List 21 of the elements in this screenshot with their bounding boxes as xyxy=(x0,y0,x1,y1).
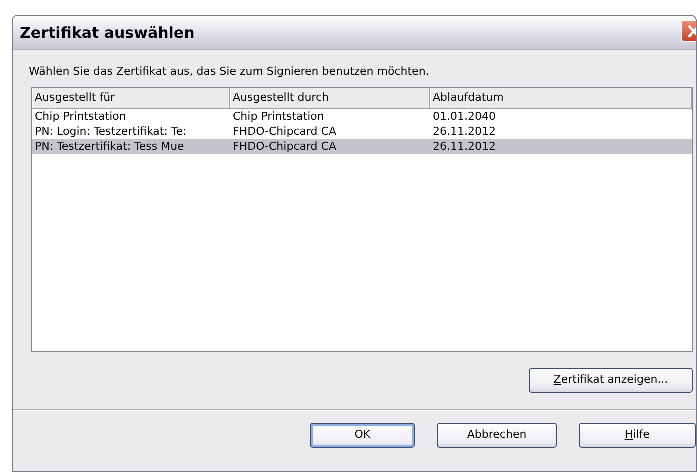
table-cell-text: 26.11.2012 xyxy=(432,138,497,154)
cancel-button[interactable]: Abbrechen xyxy=(437,422,557,448)
table-cell-text: FHDO-Chipcard CA xyxy=(232,138,338,154)
table-row[interactable]: PN: Login: Testzertifikat: Te: FHDO-Chipcard CA 26.11.2012 xyxy=(32,124,692,138)
table-cell-text: PN: Login: Testzertifikat: Te: xyxy=(34,124,188,138)
window-title: Zertifikat auswählen xyxy=(13,16,696,50)
table-cell-text: FHDO-Chipcard CA xyxy=(232,124,338,138)
table-cell-text: Chip Printstation xyxy=(34,108,128,124)
ok-button[interactable]: OK xyxy=(310,422,416,448)
table-cell-text: PN: Testzertifikat: Tess Mue xyxy=(34,138,186,154)
table-cell-text: 26.11.2012 xyxy=(432,124,497,138)
column-header[interactable]: Ablaufdatum xyxy=(430,88,692,108)
column-header[interactable]: Ausgestellt durch xyxy=(230,88,430,108)
table-row[interactable]: PN: Testzertifikat: Tess Mue FHDO-Chipcard CA 26.11.2012 xyxy=(32,138,692,154)
table-cell-text: Chip Printstation xyxy=(232,108,326,124)
table-row[interactable]: Chip Printstation Chip Printstation 01.01.2040 xyxy=(32,108,692,124)
column-header[interactable]: Ausgestellt für xyxy=(32,88,230,108)
help-button[interactable]: Hilfe xyxy=(578,422,696,448)
table-cell-text: 01.01.2040 xyxy=(432,108,497,124)
view-certificate-button[interactable]: Zertifikat anzeigen... xyxy=(529,368,693,392)
instruction-text: Wählen Sie das Zertifikat aus, das Sie zum Signieren benutzen möchten. xyxy=(28,64,430,80)
